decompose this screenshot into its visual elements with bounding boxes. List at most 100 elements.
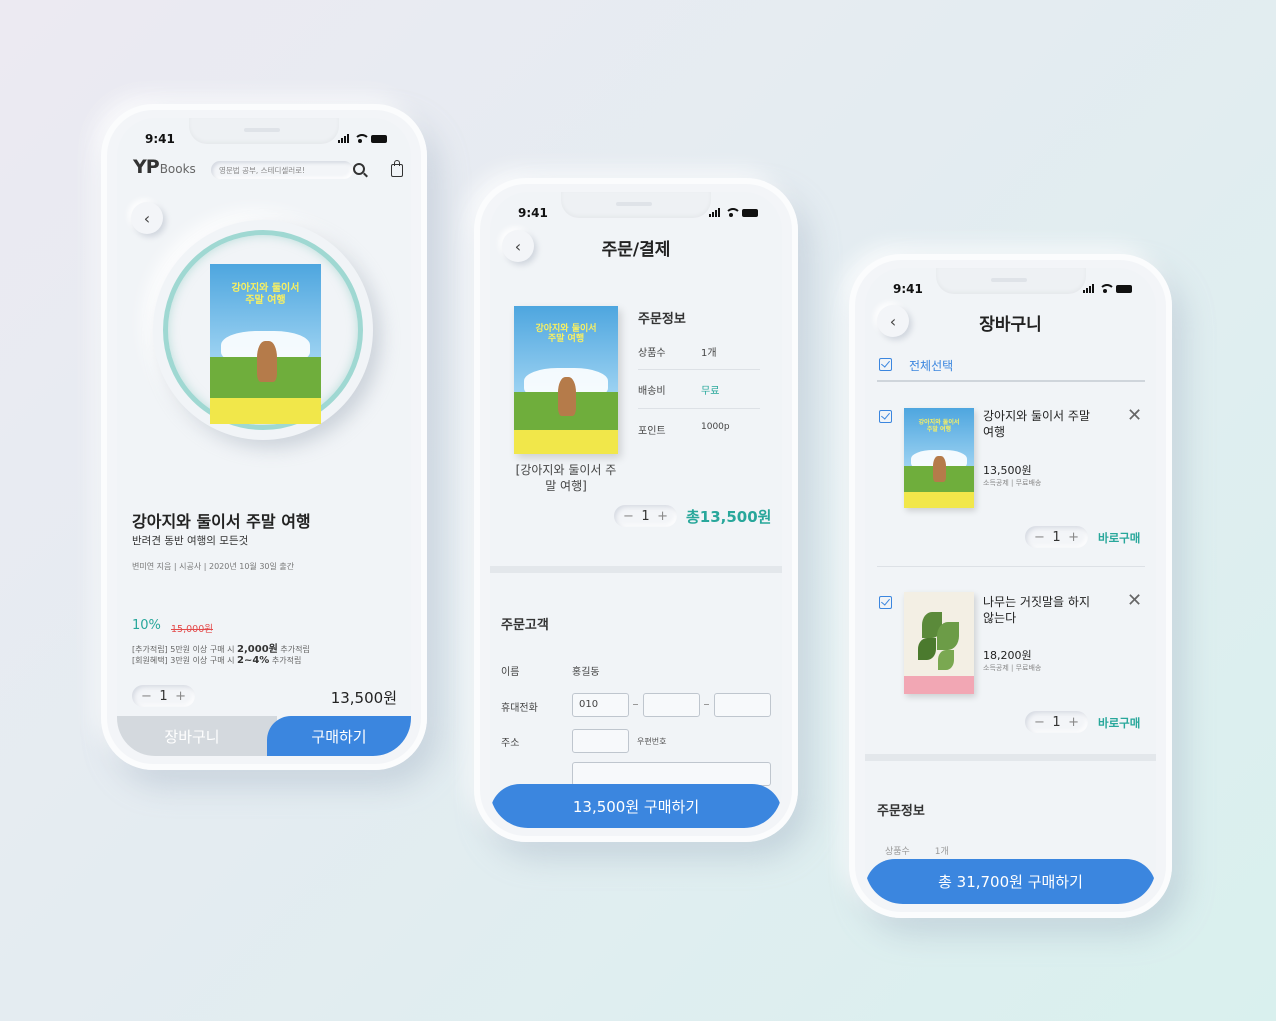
chevron-left-icon: ‹ xyxy=(143,208,151,228)
product-meta: 변미연 지음 | 시공사 | 2020년 10월 30일 출간 xyxy=(132,562,295,571)
phone-dash-1 xyxy=(633,704,638,705)
phone-field-3[interactable] xyxy=(714,693,771,717)
original-price: 15,000원 xyxy=(171,624,213,635)
notch xyxy=(189,118,339,144)
section-separator xyxy=(490,566,782,573)
item-2-checkbox[interactable] xyxy=(879,596,892,609)
address-label: 주소 xyxy=(501,738,520,749)
quantity-stepper[interactable]: − 1 + xyxy=(132,685,195,707)
status-icons xyxy=(338,134,387,143)
order-screen: 9:41 ‹ 주문/결제 강아지와 둘이서 주말 여행 [강아지와 둘이서 주말… xyxy=(490,192,782,828)
battery-icon xyxy=(371,135,387,143)
status-icons xyxy=(709,208,758,217)
phone-label: 휴대전화 xyxy=(501,703,538,714)
plus-icon[interactable]: + xyxy=(657,509,668,524)
status-time: 9:41 xyxy=(145,132,175,146)
logo-sub: Books xyxy=(159,162,196,176)
wifi-icon xyxy=(725,208,741,217)
battery-icon xyxy=(1116,285,1132,293)
battery-icon xyxy=(742,209,758,217)
item-2-price: 18,200원 xyxy=(983,649,1032,662)
minus-icon[interactable]: − xyxy=(1034,715,1045,730)
order-pay-button-label: 13,500원 구매하기 xyxy=(572,797,700,816)
name-label: 이름 xyxy=(501,667,520,678)
item-1-cover[interactable]: 강아지와 둘이서 주말 여행 xyxy=(904,408,974,508)
item-1-remove-icon[interactable]: ✕ xyxy=(1127,405,1142,426)
cart-title: 장바구니 xyxy=(979,315,1042,335)
cart-button-label: 장바구니 xyxy=(164,727,220,746)
wifi-icon xyxy=(1099,284,1115,293)
plus-icon[interactable]: + xyxy=(175,689,186,704)
zip-label: 우편번호 xyxy=(637,737,667,746)
order-book-caption: [강아지와 둘이서 주말 여행] xyxy=(515,463,617,494)
item-1-quantity: 1 xyxy=(1052,529,1061,545)
item-1-quantity-stepper[interactable]: − 1 + xyxy=(1025,526,1088,548)
name-value: 홍길동 xyxy=(572,667,600,678)
notch xyxy=(935,268,1086,294)
item-2-note: 소득공제 | 무료배송 xyxy=(983,664,1042,672)
minus-icon[interactable]: − xyxy=(1034,530,1045,545)
search-placeholder: 영문법 공부, 스테디셀러로! xyxy=(219,166,306,175)
order-book-cover-title: 강아지와 둘이서 주말 여행 xyxy=(535,323,597,345)
item-2-cover[interactable] xyxy=(904,592,974,694)
quantity-value: 1 xyxy=(159,688,168,704)
item-1-checkbox[interactable] xyxy=(879,410,892,423)
order-info-heading: 주문정보 xyxy=(638,312,686,327)
address-field[interactable] xyxy=(572,762,771,786)
benefit-line-2: [회원혜택] 3만원 이상 구매 시 2~4% 추가적립 xyxy=(132,655,302,666)
item-2-quantity: 1 xyxy=(1052,714,1061,730)
plus-icon[interactable]: + xyxy=(1068,715,1079,730)
bag-icon-handle xyxy=(394,160,400,166)
item-1-buy-now-link[interactable]: 바로구매 xyxy=(1098,530,1140,546)
page-title: 주문/결제 xyxy=(601,240,671,260)
select-all-label[interactable]: 전체선택 xyxy=(909,357,953,374)
minus-icon[interactable]: − xyxy=(141,689,152,704)
back-button[interactable]: ‹ xyxy=(131,202,163,234)
cart-info-peek: 상품수 1개 xyxy=(885,847,949,857)
order-row-points: 포인트 1000p xyxy=(638,422,730,437)
product-title: 강아지와 둘이서 주말 여행 xyxy=(132,512,311,531)
status-time: 9:41 xyxy=(893,282,923,296)
order-total: 총13,500원 xyxy=(686,508,772,526)
select-all-underline xyxy=(877,380,1145,382)
status-time: 9:41 xyxy=(518,206,548,220)
logo-main: YP xyxy=(133,156,160,178)
signal-icon xyxy=(338,134,349,143)
cart-button[interactable]: 장바구니 xyxy=(117,716,277,756)
order-quantity-stepper[interactable]: − 1 + xyxy=(614,505,677,527)
cart-info-heading: 주문정보 xyxy=(877,804,925,819)
order-quantity-value: 1 xyxy=(641,508,650,524)
item-1-note: 소득공제 | 무료배송 xyxy=(983,479,1042,487)
book-cover-title: 강아지와 둘이서 주말 여행 xyxy=(231,283,300,306)
benefit-line-1: [추가적립] 5만원 이상 구매 시 2,000원 추가적립 xyxy=(132,644,310,655)
book-cover[interactable]: 강아지와 둘이서 주말 여행 xyxy=(210,264,321,424)
product-subtitle: 반려견 동반 여행의 모든것 xyxy=(132,535,249,547)
item-2-buy-now-link[interactable]: 바로구매 xyxy=(1098,715,1140,731)
phone-field-2[interactable] xyxy=(643,693,700,717)
order-row-shipping: 배송비 무료 xyxy=(638,386,720,397)
notch xyxy=(561,192,711,218)
order-row-count: 상품수 1개 xyxy=(638,348,717,359)
search-icon-handle xyxy=(363,172,368,178)
item-2-quantity-stepper[interactable]: − 1 + xyxy=(1025,711,1088,733)
minus-icon[interactable]: − xyxy=(623,509,634,524)
select-all-checkbox[interactable] xyxy=(879,358,892,371)
plus-icon[interactable]: + xyxy=(1068,530,1079,545)
item-1-title: 강아지와 둘이서 주말 여행 xyxy=(983,409,1090,439)
wifi-icon xyxy=(354,134,370,143)
order-book-cover: 강아지와 둘이서 주말 여행 xyxy=(514,306,618,454)
cart-screen: 9:41 ‹ 장바구니 전체선택 강아지와 둘이서 주말 여행 강아지와 둘이서… xyxy=(865,268,1156,904)
search-input[interactable]: 영문법 공부, 스테디셀러로! xyxy=(211,161,353,179)
zip-field[interactable] xyxy=(572,729,629,753)
order-pay-button[interactable]: 13,500원 구매하기 xyxy=(490,784,782,828)
signal-icon xyxy=(1083,284,1094,293)
phone-cart: 9:41 ‹ 장바구니 전체선택 강아지와 둘이서 주말 여행 강아지와 둘이서… xyxy=(849,254,1172,918)
cart-pay-button[interactable]: 총 31,700원 구매하기 xyxy=(865,859,1156,904)
phone-field-1[interactable]: 010 xyxy=(572,693,629,717)
item-1-price: 13,500원 xyxy=(983,464,1032,477)
signal-icon xyxy=(709,208,720,217)
logo[interactable]: YP Books xyxy=(133,156,196,178)
phone-product-detail: 9:41 YP Books 영문법 공부, 스테디셀러로! ‹ 강아지와 둘이서… xyxy=(101,104,427,770)
buy-button[interactable]: 구매하기 xyxy=(267,716,411,756)
item-2-remove-icon[interactable]: ✕ xyxy=(1127,590,1142,611)
